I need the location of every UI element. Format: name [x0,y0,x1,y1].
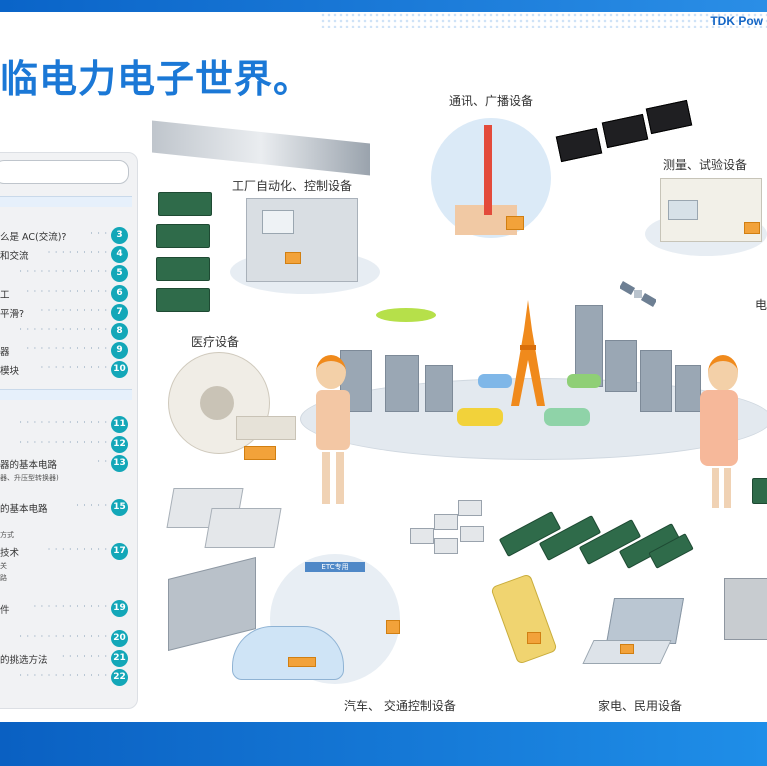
person-head-icon [316,355,346,389]
toc-item-12[interactable]: · · · · · · · · · · · · · 12 [0,436,128,453]
toc-item-3[interactable]: 么是 AC(交流)? · · · 3 [0,227,128,244]
power-module-icon [204,508,282,548]
person-illustration [700,390,738,466]
tower-icon [511,300,545,406]
person-illustration [316,390,350,450]
toc-sub-13: 器、升压型转换器) [0,474,59,482]
toc-item-15[interactable]: 的基本电路 · · · · · 15 [0,499,128,516]
power-module-icon [620,644,634,654]
toc-item-8[interactable]: · · · · · · · · · · · · · 8 [0,323,128,340]
building-illustration [640,350,672,412]
person-leg [322,452,330,504]
power-supply-rack-illustration [152,120,370,176]
person-head-icon [708,355,738,391]
toc-section-header-2 [0,389,132,400]
pcb-board-icon [752,478,767,504]
toc-section-header-1 [0,196,132,207]
mobile-phone-illustration [490,573,558,665]
etc-sign: ETC专用 [305,562,365,572]
pcb-board-icon [156,288,210,312]
toc-item-21[interactable]: 的挑选方法 · · · · · · · 21 [0,650,128,667]
toc-item-6[interactable]: 工 · · · · · · · · · · · · 6 [0,285,128,302]
car-illustration [232,626,344,680]
laptop-screen [605,598,685,644]
toc-item-13[interactable]: 器的基本电路 · · 13 [0,455,128,472]
power-module-icon [601,113,649,149]
power-module-icon [244,446,276,460]
toc-item-4[interactable]: 和交流 · · · · · · · · · 4 [0,246,128,263]
mri-opening [200,386,234,420]
search-box[interactable] [0,160,129,184]
pcb-board-icon [158,192,212,216]
toc-item-5[interactable]: · · · · · · · · · · · · · 5 [0,265,128,282]
toc-item-17[interactable]: 技术 · · · · · · · · · 17 [0,543,128,560]
toc-item-10[interactable]: 模块 · · · · · · · · · · 10 [0,361,128,378]
dot-pattern [320,12,767,28]
tv-monitor-illustration [724,578,767,640]
satellite-icon [620,281,656,307]
small-module-group [410,500,492,554]
power-module-icon [386,620,400,634]
label-medical: 医疗设备 [191,335,240,349]
power-module-icon [527,632,541,644]
label-partial-right: 电 [755,298,767,312]
car-icon [457,408,503,426]
label-factory: 工厂自动化、控制设备 [232,179,353,193]
power-module-icon [285,252,301,264]
brand-logo-text: TDK Pow [710,14,763,28]
label-measure: 测量、试验设备 [663,158,748,172]
toc-item-9[interactable]: 器 · · · · · · · · · · · · 9 [0,342,128,359]
mri-bed [236,416,296,440]
antenna-icon [484,125,492,215]
person-leg [336,452,344,504]
label-home: 家电、民用设备 [598,699,683,713]
power-module-icon [555,127,603,163]
toc-sub-17a: 方式 [0,531,14,539]
label-auto: 汽车、 交通控制设备 [344,699,456,713]
toc-item-11[interactable]: · · · · · · · · · · · · · 11 [0,416,128,433]
building-illustration [425,365,453,412]
power-module-icon [645,99,693,135]
bottom-band [0,722,767,766]
top-band [0,0,767,12]
person-leg [712,468,719,508]
building-illustration [605,340,637,392]
blimp-icon [376,308,436,322]
machine-panel [262,210,294,234]
car-icon [567,374,601,388]
toc-sub-17c: 路 [0,574,7,582]
toc-item-7[interactable]: 平滑? · · · · · · · · · · 7 [0,304,128,321]
power-module-icon [288,657,316,667]
car-icon [478,374,512,388]
page-headline: 临电力电子世界。 [0,57,313,101]
toc-item-22[interactable]: · · · · · · · · · · · · · 22 [0,669,128,686]
toc-item-20[interactable]: · · · · · · · · · · · · · 20 [0,630,128,647]
label-telecom: 通讯、广播设备 [449,94,534,108]
power-module-icon [744,222,760,234]
car-icon [544,408,590,426]
toc-sub-17b: 关 [0,562,7,570]
building-illustration [385,355,419,412]
power-module-icon [506,216,524,230]
person-leg [724,468,731,508]
instrument-screen [668,200,698,220]
pcb-board-icon [156,257,210,281]
pcb-board-icon [156,224,210,248]
toc-item-19[interactable]: 件 · · · · · · · · · · · 19 [0,600,128,617]
building-illustration [675,365,701,412]
